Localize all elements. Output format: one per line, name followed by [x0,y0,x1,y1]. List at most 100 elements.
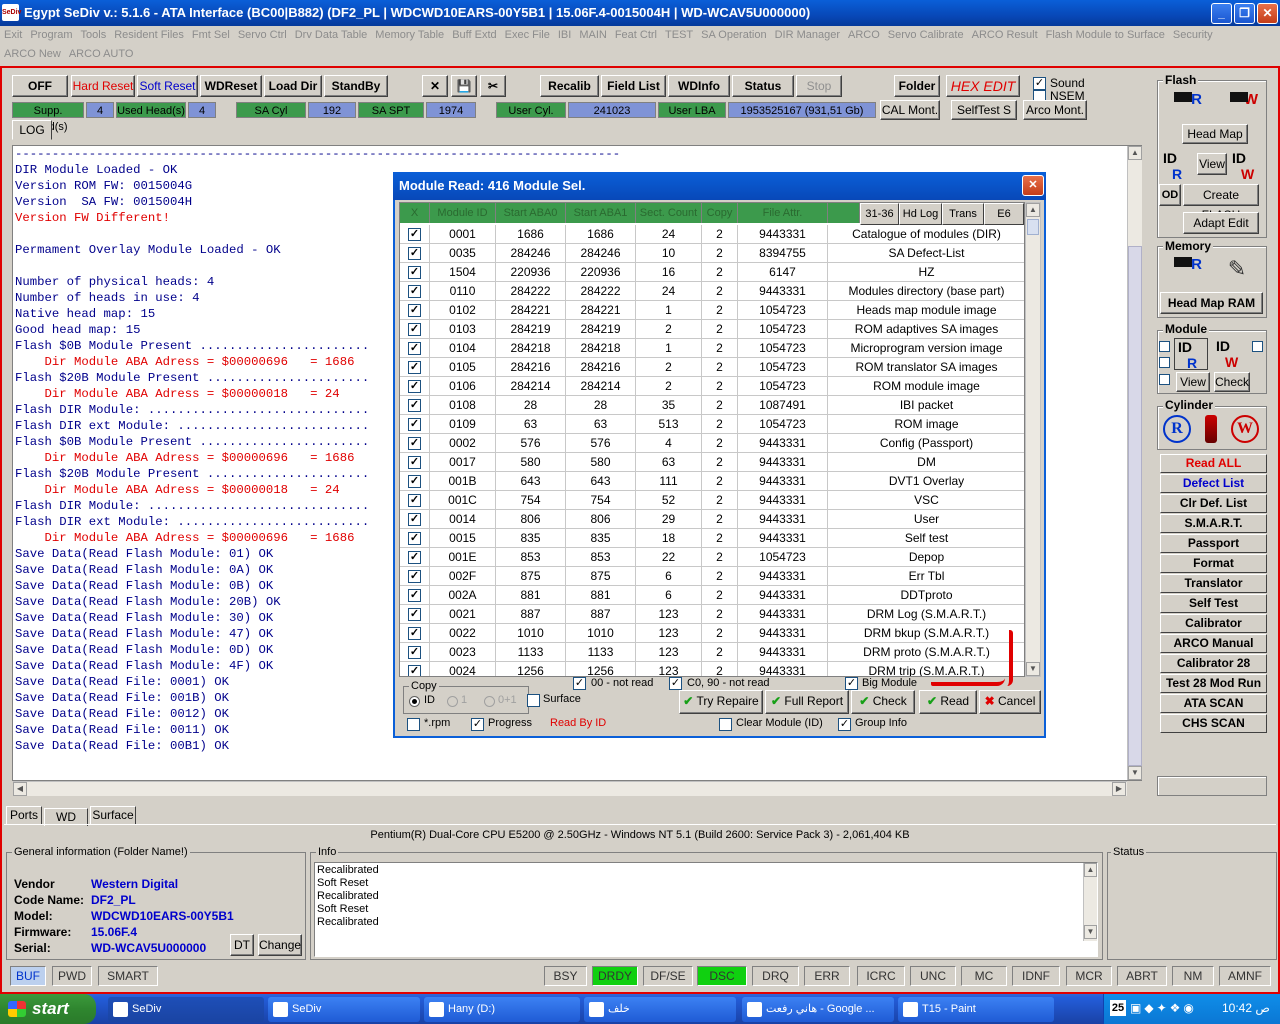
column-header[interactable]: Sect. Count [636,203,702,223]
table-vertical-scrollbar[interactable]: ▲ ▼ [1025,202,1041,677]
table-row[interactable]: ✓ 001C 754 754 52 2 9443331 VSC [400,491,1024,510]
clear-module-checkbox[interactable] [719,718,732,731]
menu-item[interactable]: Memory Table [371,26,448,45]
hard-reset-button[interactable]: Hard Reset [71,75,135,97]
table-row[interactable]: ✓ 0106 284214 284214 2 2 1054723 ROM module ima… [400,377,1024,396]
taskbar-item[interactable]: هاني رفعت - Google ... [742,997,894,1022]
status-button[interactable]: Status [732,75,794,97]
table-scroll-thumb[interactable] [1027,219,1039,235]
wdinfo-button[interactable]: WDInfo [668,75,730,97]
row-checkbox[interactable]: ✓ [408,494,421,507]
menu-item[interactable]: Servo Calibrate [884,26,968,45]
row-checkbox[interactable]: ✓ [408,399,421,412]
copy-id-radio[interactable] [409,696,420,707]
cylinder-read-icon[interactable]: R [1163,415,1191,443]
table-scroll-up-icon[interactable]: ▲ [1026,203,1040,217]
table-row[interactable]: ✓ 0024 1256 1256 123 2 9443331 DRM trip (S.M.A.… [400,662,1024,676]
adapt-edit-button[interactable]: Adapt Edit [1183,212,1259,234]
table-row[interactable]: ✓ 0002 576 576 4 2 9443331 Config (Passport) [400,434,1024,453]
row-checkbox-cell[interactable]: ✓ [400,377,430,396]
info-scroll-down-icon[interactable]: ▼ [1084,925,1097,939]
cal-mont-button[interactable]: CAL Mont. [880,100,940,120]
row-checkbox[interactable]: ✓ [408,475,421,488]
right-button[interactable]: Read ALL [1160,454,1267,473]
menu-item[interactable]: TEST [661,26,697,45]
row-checkbox[interactable]: ✓ [408,513,421,526]
row-checkbox-cell[interactable]: ✓ [400,624,430,643]
menu-item[interactable]: Fmt Sel [188,26,234,45]
scroll-up-icon[interactable]: ▲ [1128,146,1142,160]
menu-item[interactable]: Tools [77,26,111,45]
progress-checkbox[interactable]: ✓ [471,718,484,731]
column-header[interactable] [828,203,860,223]
taskbar-item[interactable]: Hany (D:) [424,997,580,1022]
row-checkbox-cell[interactable]: ✓ [400,529,430,548]
row-checkbox-cell[interactable]: ✓ [400,244,430,263]
right-button[interactable]: S.M.A.R.T. [1160,514,1267,533]
recalib-button[interactable]: Recalib [540,75,599,97]
module-checkbox-3[interactable] [1252,341,1263,352]
module-id-write-icon[interactable]: ID W [1216,338,1250,370]
copy-1-radio[interactable] [447,696,458,707]
table-row[interactable]: ✓ 0104 284218 284218 1 2 1054723 Microprogram v… [400,339,1024,358]
table-row[interactable]: ✓ 001B 643 643 111 2 9443331 DVT1 Overlay [400,472,1024,491]
taskbar-item[interactable]: خلف [584,997,736,1022]
module-id-read-icon[interactable]: ID R [1174,338,1208,371]
row-checkbox[interactable]: ✓ [408,285,421,298]
menu-item[interactable]: SA Operation [697,26,770,45]
table-row[interactable]: ✓ 002A 881 881 6 2 9443331 DDTproto [400,586,1024,605]
change-button[interactable]: Change [258,934,302,956]
not-read-00-checkbox[interactable]: ✓ [573,677,586,690]
cylinder-write-icon[interactable]: W [1231,415,1259,443]
bottom-tab[interactable]: Surface [90,806,136,825]
table-row[interactable]: ✓ 0014 806 806 29 2 9443331 User [400,510,1024,529]
right-button[interactable]: Calibrator (SA,UA) [1160,614,1267,647]
info-scrollbar[interactable]: ▲ ▼ [1083,863,1097,941]
right-button[interactable]: Clr Def. List [1160,494,1267,513]
table-row[interactable]: ✓ 002F 875 875 6 2 9443331 Err Tbl [400,567,1024,586]
id-write-icon[interactable]: ID W [1232,150,1254,182]
row-checkbox-cell[interactable]: ✓ [400,225,430,244]
right-button[interactable]: CHS SCAN [1160,714,1267,733]
close-button[interactable]: ✕ [1257,3,1278,24]
row-checkbox[interactable]: ✓ [408,646,421,659]
row-checkbox-cell[interactable]: ✓ [400,339,430,358]
standby-button[interactable]: StandBy [324,75,388,97]
right-button[interactable]: Passport [1160,534,1267,553]
module-checkbox-2[interactable] [1159,357,1170,368]
not-read-c0-checkbox[interactable]: ✓ [669,677,682,690]
menu-item[interactable]: Servo Ctrl [234,26,291,45]
table-row[interactable]: ✓ 0103 284219 284219 2 2 1054723 ROM adaptives … [400,320,1024,339]
row-checkbox[interactable]: ✓ [408,418,421,431]
od-button[interactable]: OD [1159,184,1181,206]
row-checkbox[interactable]: ✓ [408,323,421,336]
full-report-button[interactable]: ✔ Full Report [765,690,849,714]
row-checkbox[interactable]: ✓ [408,342,421,355]
big-module-checkbox[interactable]: ✓ [845,677,858,690]
row-checkbox[interactable]: ✓ [408,551,421,564]
table-row[interactable]: ✓ 0023 1133 1133 123 2 9443331 DRM proto (S.M.A… [400,643,1024,662]
scroll-down-icon[interactable]: ▼ [1128,766,1142,780]
row-checkbox[interactable]: ✓ [408,627,421,640]
table-row[interactable]: ✓ 0110 284222 284222 24 2 9443331 Modules direc… [400,282,1024,301]
close-x-icon[interactable]: ✕ [422,75,448,97]
menu-item[interactable]: ARCO New [0,45,65,64]
header-button[interactable]: E6 [984,203,1024,225]
row-checkbox[interactable]: ✓ [408,437,421,450]
thermometer-icon[interactable] [1205,415,1217,443]
right-button[interactable]: Translator [1160,574,1267,593]
row-checkbox-cell[interactable]: ✓ [400,567,430,586]
table-row[interactable]: ✓ 0017 580 580 63 2 9443331 DM [400,453,1024,472]
row-checkbox[interactable]: ✓ [408,266,421,279]
tray-number-icon[interactable]: 25 [1110,1000,1126,1016]
folder-button[interactable]: Folder [894,75,940,97]
module-view-button[interactable]: View [1176,372,1210,392]
row-checkbox-cell[interactable]: ✓ [400,510,430,529]
tab-log[interactable]: LOG [12,120,52,140]
selftest-s-button[interactable]: SelfTest S [951,100,1017,120]
group-info-checkbox[interactable]: ✓ [838,718,851,731]
menu-item[interactable]: Exec File [501,26,554,45]
menu-item[interactable]: Flash Module to Surface [1042,26,1169,45]
taskbar-item[interactable]: SeDiv [108,997,264,1022]
save-icon[interactable]: 💾 [451,75,477,97]
